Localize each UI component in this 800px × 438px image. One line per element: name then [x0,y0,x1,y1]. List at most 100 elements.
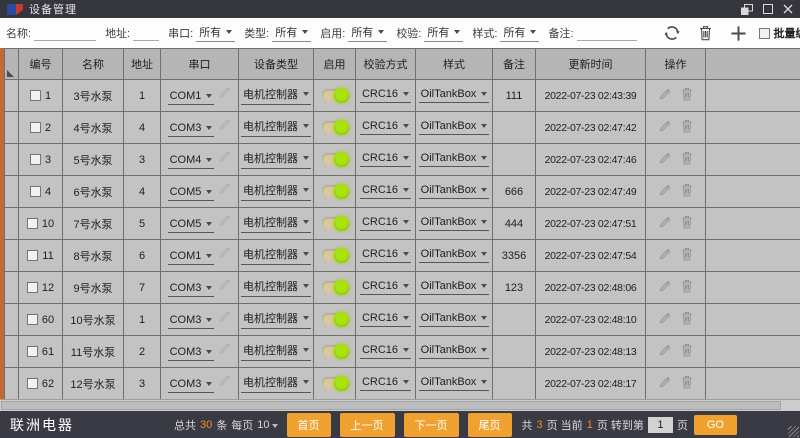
style-select[interactable]: OilTankBox [419,152,490,167]
row-checkbox[interactable] [27,378,38,389]
device-type-select[interactable]: 电机控制器 [241,182,311,201]
pencil-icon[interactable] [218,118,231,131]
device-type-select[interactable]: 电机控制器 [241,246,311,265]
pencil-icon[interactable] [218,310,231,323]
go-button[interactable]: GO [694,415,737,435]
row-indicator[interactable] [5,80,19,112]
remark-filter-input[interactable] [577,26,637,41]
row-checkbox[interactable] [30,122,41,133]
row-checkbox[interactable] [27,218,38,229]
enabled-toggle[interactable] [322,281,347,294]
pencil-icon[interactable] [218,150,231,163]
column-header-enabled[interactable]: 启用 [314,49,356,80]
enabled-toggle[interactable] [322,89,347,102]
edit-icon[interactable] [658,280,671,293]
enabled-filter-select[interactable]: 所有 [348,24,387,42]
row-indicator[interactable] [5,272,19,304]
row-indicator[interactable] [5,304,19,336]
row-checkbox[interactable] [27,346,38,357]
column-header-port[interactable]: 串口 [161,49,239,80]
port-select[interactable]: COM3 [168,282,215,297]
column-header-name[interactable]: 名称 [63,49,124,80]
horizontal-scrollbar[interactable] [0,399,800,411]
refresh-icon[interactable] [663,24,681,42]
style-filter-select[interactable]: 所有 [500,24,539,42]
row-checkbox[interactable] [30,186,41,197]
column-header-style[interactable]: 样式 [416,49,493,80]
edit-icon[interactable] [658,312,671,325]
enabled-toggle[interactable] [322,153,347,166]
port-select[interactable]: COM5 [168,218,215,233]
row-indicator[interactable] [5,176,19,208]
style-select[interactable]: OilTankBox [419,248,490,263]
enabled-toggle[interactable] [322,121,347,134]
check-method-select[interactable]: CRC16 [360,120,411,135]
column-header-device-type[interactable]: 设备类型 [239,49,314,80]
port-select[interactable]: COM5 [168,186,215,201]
pencil-icon[interactable] [218,374,231,387]
row-checkbox[interactable] [27,314,38,325]
next-page-button[interactable]: 下一页 [404,413,459,437]
select-all-corner[interactable] [5,49,19,80]
trash-icon[interactable] [681,151,693,165]
style-select[interactable]: OilTankBox [419,312,490,327]
device-type-select[interactable]: 电机控制器 [241,342,311,361]
port-select[interactable]: COM1 [168,90,215,105]
close-icon[interactable] [783,4,793,14]
trash-icon[interactable] [681,311,693,325]
check-method-select[interactable]: CRC16 [360,280,411,295]
column-header-operations[interactable]: 操作 [646,49,706,80]
check-filter-select[interactable]: 所有 [424,24,463,42]
column-header-remark[interactable]: 备注 [493,49,536,80]
edit-icon[interactable] [658,248,671,261]
pencil-icon[interactable] [218,278,231,291]
trash-icon[interactable] [681,279,693,293]
trash-icon[interactable] [681,375,693,389]
row-indicator[interactable] [5,144,19,176]
port-select[interactable]: COM3 [168,314,215,329]
check-method-select[interactable]: CRC16 [360,312,411,327]
style-select[interactable]: OilTankBox [419,280,490,295]
device-type-select[interactable]: 电机控制器 [241,86,311,105]
enabled-toggle[interactable] [322,249,347,262]
device-type-select[interactable]: 电机控制器 [241,214,311,233]
check-method-select[interactable]: CRC16 [360,152,411,167]
device-type-select[interactable]: 电机控制器 [241,310,311,329]
check-method-select[interactable]: CRC16 [360,88,411,103]
style-select[interactable]: OilTankBox [419,184,490,199]
column-header-updated[interactable]: 更新时间 [536,49,646,80]
edit-icon[interactable] [658,216,671,229]
per-page-select[interactable]: 10 [257,419,277,431]
row-checkbox[interactable] [27,282,38,293]
trash-icon[interactable] [681,343,693,357]
name-filter-input[interactable] [34,26,96,41]
edit-icon[interactable] [658,88,671,101]
device-type-select[interactable]: 电机控制器 [241,278,311,297]
pencil-icon[interactable] [218,86,231,99]
row-indicator[interactable] [5,368,19,400]
trash-icon[interactable] [681,247,693,261]
check-method-select[interactable]: CRC16 [360,216,411,231]
pencil-icon[interactable] [218,182,231,195]
row-indicator[interactable] [5,240,19,272]
address-filter-input[interactable] [133,26,159,41]
style-select[interactable]: OilTankBox [419,216,490,231]
edit-icon[interactable] [658,376,671,389]
style-select[interactable]: OilTankBox [419,376,490,391]
trash-icon[interactable] [698,25,713,41]
enabled-toggle[interactable] [322,377,347,390]
check-method-select[interactable]: CRC16 [360,344,411,359]
device-type-select[interactable]: 电机控制器 [241,374,311,393]
batch-edit-checkbox[interactable] [759,28,770,39]
enabled-toggle[interactable] [322,345,347,358]
port-select[interactable]: COM3 [168,122,215,137]
pencil-icon[interactable] [218,214,231,227]
column-header-address[interactable]: 地址 [124,49,161,80]
enabled-toggle[interactable] [322,217,347,230]
enabled-toggle[interactable] [322,313,347,326]
trash-icon[interactable] [681,119,693,133]
resize-grip[interactable] [788,426,799,437]
port-select[interactable]: COM3 [168,346,215,361]
pencil-icon[interactable] [218,246,231,259]
check-method-select[interactable]: CRC16 [360,376,411,391]
